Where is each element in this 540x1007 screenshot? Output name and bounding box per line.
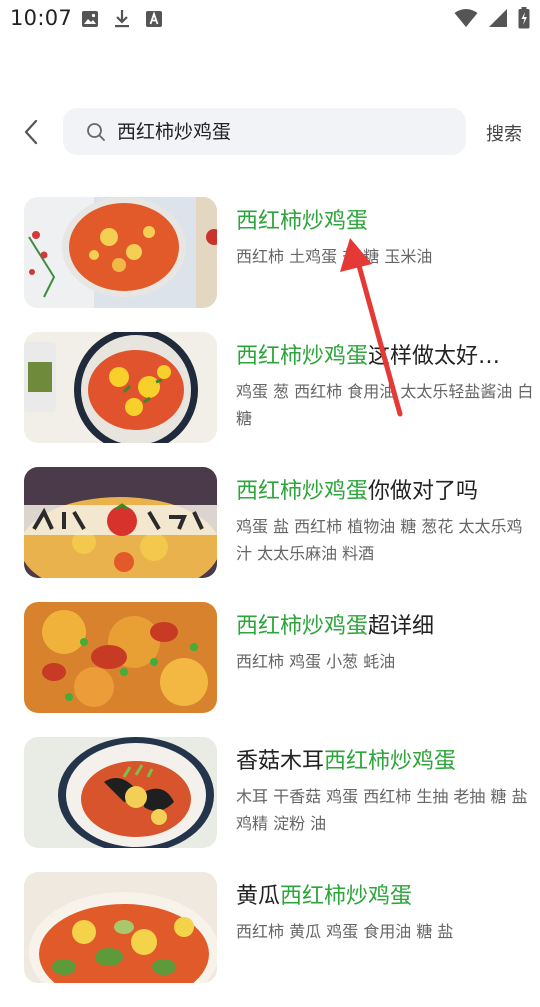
recipe-title-suffix: 超详细 xyxy=(368,614,435,639)
recipe-result-item[interactable]: 西红柿炒鸡蛋你做对了吗 鸡蛋 盐 西红柿 植物油 糖 葱花 太太乐鸡汁 太太乐麻… xyxy=(0,467,540,578)
search-query-text: 西红柿炒鸡蛋 xyxy=(117,121,232,143)
status-bar: 10:07 xyxy=(0,0,540,40)
search-row: 西红柿炒鸡蛋 搜索 xyxy=(0,108,540,156)
recipe-thumbnail xyxy=(24,197,217,308)
recipe-result-item[interactable]: 西红柿炒鸡蛋超详细 西红柿 鸡蛋 小葱 蚝油 xyxy=(0,602,540,713)
recipe-title: 西红柿炒鸡蛋你做对了吗 xyxy=(236,473,526,505)
image-notification-icon xyxy=(81,10,99,28)
recipe-title: 西红柿炒鸡蛋超详细 xyxy=(236,608,526,640)
recipe-title-highlight: 西红柿炒鸡蛋 xyxy=(324,749,457,774)
recipe-thumbnail xyxy=(24,872,217,983)
recipe-title-highlight: 西红柿炒鸡蛋 xyxy=(236,479,369,504)
recipe-title-highlight: 西红柿炒鸡蛋 xyxy=(236,344,369,369)
recipe-title: 黄瓜西红柿炒鸡蛋 xyxy=(236,878,526,910)
download-icon xyxy=(113,9,131,29)
recipe-title-prefix: 黄瓜 xyxy=(236,884,281,909)
recipe-results-list: 西红柿炒鸡蛋 西红柿 土鸡蛋 盐 糖 玉米油 西红柿炒鸡蛋这样做太好… 鸡蛋 葱… xyxy=(0,197,540,1007)
recipe-thumbnail xyxy=(24,602,217,713)
recipe-title-suffix: 这样做太好… xyxy=(368,344,501,369)
battery-charging-icon xyxy=(518,7,530,29)
recipe-result-item[interactable]: 黄瓜西红柿炒鸡蛋 西红柿 黄瓜 鸡蛋 食用油 糖 盐 xyxy=(0,872,540,983)
recipe-thumbnail xyxy=(24,332,217,443)
recipe-ingredients: 西红柿 黄瓜 鸡蛋 食用油 糖 盐 xyxy=(236,922,454,941)
status-time: 10:07 xyxy=(10,6,73,30)
recipe-title: 香菇木耳西红柿炒鸡蛋 xyxy=(236,743,526,775)
recipe-ingredients: 鸡蛋 盐 西红柿 植物油 糖 葱花 太太乐鸡汁 太太乐麻油 料酒 xyxy=(236,517,523,563)
notification-icons xyxy=(81,9,163,29)
recipe-thumbnail xyxy=(24,737,217,848)
recipe-result-item[interactable]: 西红柿炒鸡蛋这样做太好… 鸡蛋 葱 西红柿 食用油 太太乐轻盐酱油 白糖 xyxy=(0,332,540,443)
recipe-ingredients: 木耳 干香菇 鸡蛋 西红柿 生抽 老抽 糖 盐 鸡精 淀粉 油 xyxy=(236,787,528,833)
wifi-icon xyxy=(454,8,478,28)
recipe-thumbnail xyxy=(24,467,217,578)
signal-icon xyxy=(488,8,508,28)
recipe-title-highlight: 西红柿炒鸡蛋 xyxy=(280,884,413,909)
recipe-title-prefix: 香菇木耳 xyxy=(236,749,325,774)
search-button[interactable]: 搜索 xyxy=(486,120,522,146)
recipe-result-item[interactable]: 香菇木耳西红柿炒鸡蛋 木耳 干香菇 鸡蛋 西红柿 生抽 老抽 糖 盐 鸡精 淀粉… xyxy=(0,737,540,848)
recipe-ingredients: 鸡蛋 葱 西红柿 食用油 太太乐轻盐酱油 白糖 xyxy=(236,382,534,428)
font-notification-icon xyxy=(145,10,163,28)
back-button[interactable] xyxy=(18,118,46,146)
recipe-ingredients: 西红柿 鸡蛋 小葱 蚝油 xyxy=(236,652,396,671)
search-input[interactable]: 西红柿炒鸡蛋 xyxy=(63,108,466,155)
system-status-icons xyxy=(454,7,530,29)
chevron-left-icon xyxy=(24,119,38,145)
recipe-ingredients: 西红柿 土鸡蛋 盐 糖 玉米油 xyxy=(236,247,433,266)
recipe-result-item[interactable]: 西红柿炒鸡蛋 西红柿 土鸡蛋 盐 糖 玉米油 xyxy=(0,197,540,308)
recipe-title: 西红柿炒鸡蛋这样做太好… xyxy=(236,338,526,370)
recipe-title-highlight: 西红柿炒鸡蛋 xyxy=(236,209,369,234)
recipe-title: 西红柿炒鸡蛋 xyxy=(236,203,526,235)
recipe-title-suffix: 你做对了吗 xyxy=(368,479,479,504)
search-icon xyxy=(86,122,106,146)
recipe-title-highlight: 西红柿炒鸡蛋 xyxy=(236,614,369,639)
